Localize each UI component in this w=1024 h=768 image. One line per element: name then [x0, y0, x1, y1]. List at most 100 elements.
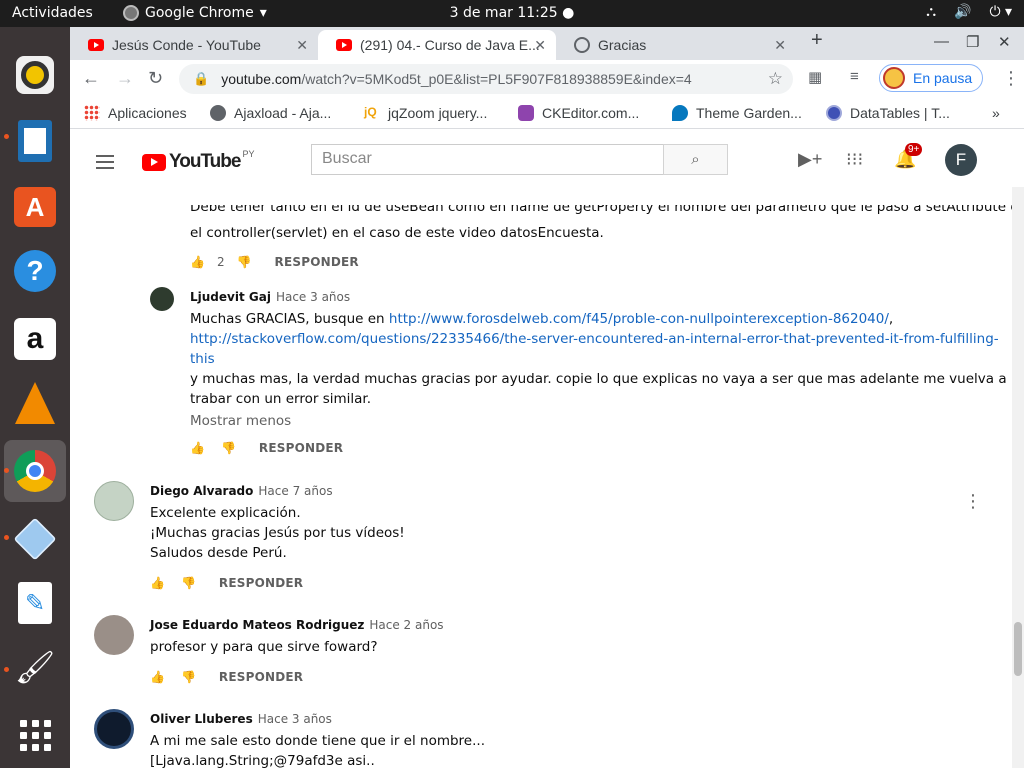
- tab-strip: Jesús Conde - YouTube ✕ (291) 04.- Curso…: [70, 27, 1024, 60]
- search-input[interactable]: Buscar: [311, 144, 664, 175]
- tab-gracias[interactable]: Gracias ✕: [556, 30, 796, 60]
- bookmark-ajaxload[interactable]: Ajaxload - Aja...: [210, 105, 331, 121]
- reply-button[interactable]: RESPONDER: [219, 576, 303, 590]
- thumbs-up-icon[interactable]: 👍: [150, 670, 165, 684]
- tab-title: (291) 04.- Curso de Java E...: [360, 37, 540, 53]
- menu-kebab-icon[interactable]: ⋮: [1002, 68, 1020, 89]
- thumbs-up-icon[interactable]: 👍: [150, 576, 165, 590]
- youtube-icon: [88, 39, 104, 51]
- comment-time[interactable]: Hace 3 años: [258, 712, 332, 726]
- comment-time[interactable]: Hace 2 años: [369, 618, 443, 632]
- close-icon[interactable]: ✕: [534, 37, 546, 54]
- address-bar[interactable]: 🔒 youtube.com/watch?v=5MKod5t_p0E&list=P…: [179, 64, 793, 94]
- help-icon[interactable]: ?: [11, 247, 59, 295]
- profile-pause-button[interactable]: En pausa: [879, 64, 983, 92]
- avatar[interactable]: [94, 709, 134, 749]
- volume-icon: 🔊: [954, 4, 972, 20]
- reply-button[interactable]: RESPONDER: [219, 670, 303, 684]
- comment-author[interactable]: Ljudevit Gaj: [190, 290, 271, 304]
- avatar[interactable]: [150, 287, 174, 311]
- tab-curso-java[interactable]: (291) 04.- Curso de Java E... ✕: [318, 30, 556, 60]
- restore-button[interactable]: ❐: [966, 33, 979, 51]
- like-count: 2: [216, 255, 225, 269]
- app-menu[interactable]: Google Chrome ▾: [123, 5, 267, 21]
- text-editor-icon[interactable]: ✎: [11, 579, 59, 627]
- comment-author[interactable]: Diego Alvarado: [150, 484, 253, 498]
- comment-menu-icon[interactable]: ⋮: [964, 491, 982, 512]
- avatar[interactable]: [94, 481, 134, 521]
- scrollbar-thumb[interactable]: [1014, 622, 1022, 676]
- clock[interactable]: 3 de mar 11:25: [450, 5, 558, 21]
- close-window-button[interactable]: ✕: [998, 33, 1011, 51]
- gnome-top-bar: Actividades Google Chrome ▾ 3 de mar 11:…: [0, 0, 1024, 27]
- new-tab-button[interactable]: +: [811, 29, 823, 52]
- youtube-logo[interactable]: YouTube PY: [142, 149, 254, 173]
- activities-button[interactable]: Actividades: [12, 5, 93, 21]
- extension-icon[interactable]: ▦: [808, 68, 822, 86]
- apps-grid-icon: [84, 105, 100, 121]
- more-bookmarks-icon[interactable]: »: [992, 105, 1000, 121]
- chrome-icon[interactable]: [11, 447, 59, 495]
- media-queue-icon[interactable]: ≡: [850, 68, 859, 85]
- create-video-icon[interactable]: ▶+: [798, 149, 822, 170]
- reply-button[interactable]: RESPONDER: [275, 255, 359, 269]
- libreoffice-writer-icon[interactable]: [11, 117, 59, 165]
- comment-link[interactable]: http://www.forosdelweb.com/f45/proble-co…: [389, 311, 889, 327]
- chrome-window: Jesús Conde - YouTube ✕ (291) 04.- Curso…: [70, 27, 1024, 768]
- tab-jesus-conde[interactable]: Jesús Conde - YouTube ✕: [70, 30, 318, 60]
- system-tray[interactable]: ⛬ 🔊 ⏻ ▾: [926, 4, 1012, 20]
- page-scrollbar[interactable]: [1012, 187, 1024, 768]
- avatar[interactable]: [94, 615, 134, 655]
- amazon-icon[interactable]: a: [11, 315, 59, 363]
- bookmark-ckeditor[interactable]: CKEditor.com...: [518, 105, 639, 121]
- hamburger-menu-icon[interactable]: [96, 155, 114, 173]
- reload-button[interactable]: ↻: [148, 68, 163, 89]
- kolourpaint-icon[interactable]: 🖌: [11, 643, 59, 691]
- apps-icon[interactable]: ⁝⁝⁝: [846, 149, 863, 170]
- rhythmbox-icon[interactable]: [11, 51, 59, 99]
- bookmark-jqzoom[interactable]: jQ jqZoom jquery...: [364, 105, 487, 121]
- reply-button[interactable]: RESPONDER: [259, 441, 343, 455]
- thumbs-down-icon[interactable]: 👎: [181, 576, 196, 590]
- running-indicator: [4, 667, 9, 672]
- youtube-play-icon: [142, 153, 166, 171]
- comment-link[interactable]: http://stackoverflow.com/questions/22335…: [190, 331, 999, 347]
- search-button[interactable]: ⌕: [663, 144, 728, 175]
- bookmark-star-icon[interactable]: ☆: [768, 69, 783, 89]
- comment-link[interactable]: this: [190, 351, 215, 367]
- running-indicator: [4, 468, 9, 473]
- bookmark-apps[interactable]: Aplicaciones: [84, 105, 187, 121]
- comment-text: ¡Muchas gracias Jesús por tus vídeos!: [150, 525, 405, 541]
- thumbs-up-icon[interactable]: 👍: [190, 441, 205, 455]
- close-icon[interactable]: ✕: [296, 37, 308, 54]
- forward-button[interactable]: →: [116, 68, 134, 89]
- comment-text: Muchas GRACIAS, busque en http://www.for…: [190, 311, 893, 327]
- bookmark-label: jqZoom jquery...: [388, 105, 488, 121]
- comment-text: el controller(servlet) en el caso de est…: [190, 225, 604, 241]
- account-avatar[interactable]: F: [945, 144, 977, 176]
- thumbs-down-icon[interactable]: 👎: [181, 670, 196, 684]
- comment-text: Saludos desde Perú.: [150, 545, 287, 561]
- show-less-button[interactable]: Mostrar menos: [190, 413, 291, 429]
- comments-section: Debe tener tanto en el id de useBean com…: [70, 187, 1024, 768]
- thumbs-down-icon[interactable]: 👎: [221, 441, 236, 455]
- ubuntu-software-icon[interactable]: A: [11, 183, 59, 231]
- close-icon[interactable]: ✕: [774, 37, 786, 54]
- app-grid-icon[interactable]: [11, 711, 59, 759]
- comment-time[interactable]: Hace 7 años: [258, 484, 332, 498]
- comment-author[interactable]: Oliver Lluberes: [150, 712, 253, 726]
- bookmark-theme-garden[interactable]: Theme Garden...: [672, 105, 802, 121]
- thumbs-down-icon[interactable]: 👎: [237, 255, 252, 269]
- comment-author[interactable]: Jose Eduardo Mateos Rodriguez: [150, 618, 364, 632]
- virtualbox-icon[interactable]: [11, 515, 59, 563]
- vlc-icon[interactable]: [11, 379, 59, 427]
- minimize-button[interactable]: —: [934, 33, 949, 50]
- chevron-down-icon: ▾: [259, 5, 267, 21]
- thumbs-up-icon[interactable]: 👍: [190, 255, 205, 269]
- comment-actions: 👍 👎 RESPONDER: [150, 670, 303, 684]
- comment-text-part: Muchas GRACIAS, busque en: [190, 311, 389, 327]
- back-button[interactable]: ←: [82, 68, 100, 89]
- comment-time[interactable]: Hace 3 años: [276, 290, 350, 304]
- bookmark-label: CKEditor.com...: [542, 105, 640, 121]
- bookmark-datatables[interactable]: DataTables | T...: [826, 105, 950, 121]
